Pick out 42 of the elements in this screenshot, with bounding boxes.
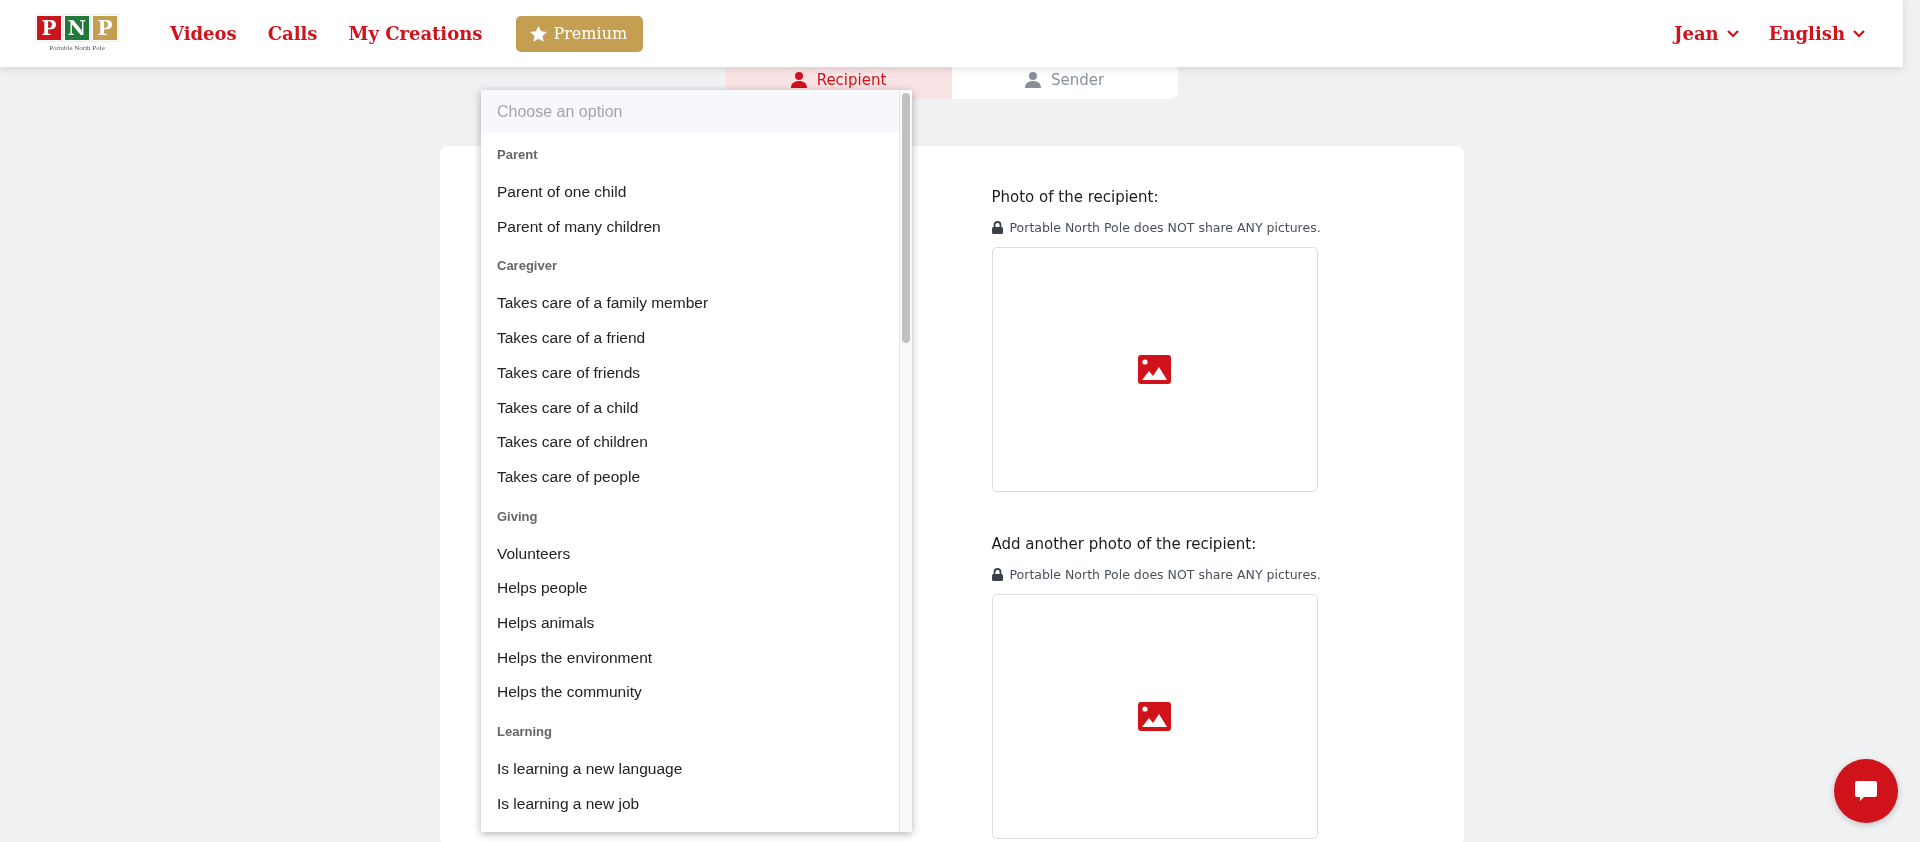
option-group-label: Giving bbox=[496, 507, 539, 526]
dropdown-option[interactable]: Takes care of a child bbox=[481, 390, 899, 426]
lock-icon bbox=[991, 568, 1003, 581]
photo-upload-area[interactable] bbox=[991, 594, 1318, 839]
dropdown-option[interactable]: Takes care of friends bbox=[481, 355, 899, 391]
dropdown-option[interactable]: Is learning a new language bbox=[481, 752, 899, 787]
dropdown-option[interactable]: Helps people bbox=[481, 571, 899, 607]
chevron-down-icon bbox=[1853, 29, 1865, 38]
field-label: Add another photo of the recipient: bbox=[991, 535, 1258, 553]
star-icon bbox=[530, 25, 548, 42]
nav-link[interactable]: My Creations bbox=[348, 23, 483, 44]
dropdown-option[interactable]: Parent of many children bbox=[481, 209, 899, 245]
nav-link[interactable]: Videos bbox=[170, 23, 237, 44]
user-menu[interactable]: Jean bbox=[1674, 23, 1739, 44]
privacy-note: Portable North Pole does NOT share ANY pictures. bbox=[1009, 567, 1321, 582]
option-group-label: Parent bbox=[496, 146, 539, 164]
chevron-down-icon bbox=[1726, 29, 1739, 38]
nav-link[interactable]: Calls bbox=[267, 23, 318, 44]
dropdown-option[interactable]: Volunteers bbox=[481, 536, 899, 572]
dropdown-option[interactable]: Takes care of children bbox=[481, 425, 899, 460]
dropdown-option[interactable]: Helps the environment bbox=[481, 640, 899, 676]
dropdown-option[interactable]: Helps animals bbox=[481, 606, 899, 641]
field-label: Photo of the recipient: bbox=[991, 188, 1160, 206]
dropdown-option[interactable]: Is learning a new job bbox=[481, 786, 899, 822]
privacy-note: Portable North Pole does NOT share ANY pictures. bbox=[1009, 220, 1321, 235]
photo-upload-area[interactable] bbox=[991, 247, 1318, 492]
logo[interactable]: P N P bbox=[36, 15, 118, 41]
dropdown-option[interactable]: Takes care of people bbox=[481, 459, 899, 495]
person-icon bbox=[1024, 71, 1041, 88]
dropdown-option[interactable]: Takes care of a family member bbox=[481, 286, 899, 322]
person-icon bbox=[790, 71, 807, 88]
lock-icon bbox=[991, 221, 1003, 234]
image-icon bbox=[1138, 702, 1171, 731]
chat-button[interactable] bbox=[1834, 759, 1898, 823]
dropdown-option[interactable]: Helps the community bbox=[481, 675, 899, 711]
chat-icon bbox=[1854, 779, 1878, 803]
option-group-label: Caregiver bbox=[496, 257, 558, 276]
dropdown-option[interactable]: Parent of one child bbox=[481, 175, 899, 210]
dropdown-option[interactable]: Takes care of a friend bbox=[481, 321, 899, 356]
image-icon bbox=[1138, 355, 1171, 384]
language-menu[interactable]: English bbox=[1768, 23, 1865, 44]
option-group-label: Learning bbox=[496, 723, 553, 742]
